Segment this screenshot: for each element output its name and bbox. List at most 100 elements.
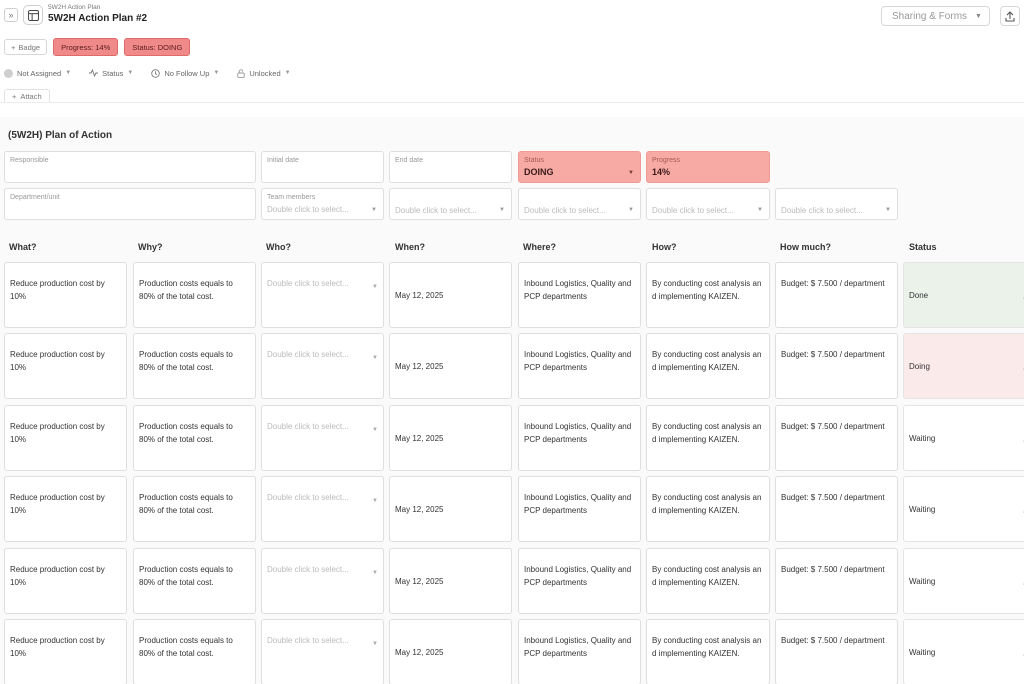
avatar (4, 68, 13, 78)
add-badge-button[interactable]: + Badge (4, 39, 48, 55)
who-cell-text: Double click to select... (267, 493, 349, 502)
status-selector-label: Status (102, 68, 124, 78)
assignee-selector[interactable]: Not Assigned ▼ (4, 68, 72, 78)
chevron-down-icon: ▼ (757, 207, 763, 213)
where-cell[interactable]: Inbound Logistics, Quality and PCP depar… (518, 548, 641, 614)
chevron-down-icon: ▼ (372, 355, 378, 361)
what-cell[interactable]: Reduce production cost by 10% (4, 262, 127, 328)
where-cell[interactable]: Inbound Logistics, Quality and PCP depar… (518, 476, 641, 542)
status-value: DOING (524, 167, 554, 177)
how-much-cell[interactable]: Budget: $ 7.500 / department (775, 333, 898, 399)
status-field[interactable]: Status DOING ▼ (518, 151, 641, 183)
status-selector[interactable]: Status ▼ (89, 69, 133, 78)
select-field[interactable]: Double click to select... ▼ (518, 188, 641, 220)
when-cell[interactable]: May 12, 2025 (389, 619, 512, 684)
how-cell[interactable]: By conducting cost analysis and implemen… (646, 548, 770, 614)
team-members-field[interactable]: Team members Double click to select... ▼ (261, 188, 384, 220)
what-cell-text: Reduce production cost by 10% (10, 422, 105, 444)
why-cell-text: Production costs equals to 80% of the to… (139, 493, 233, 515)
why-cell[interactable]: Production costs equals to 80% of the to… (133, 476, 256, 542)
why-cell[interactable]: Production costs equals to 80% of the to… (133, 619, 256, 684)
status-cell[interactable]: Done▼ (903, 262, 1024, 328)
what-cell[interactable]: Reduce production cost by 10% (4, 548, 127, 614)
end-date-field[interactable]: End date (389, 151, 512, 183)
what-cell-text: Reduce production cost by 10% (10, 279, 105, 301)
when-cell[interactable]: May 12, 2025 (389, 548, 512, 614)
how-much-cell[interactable]: Budget: $ 7.500 / department (775, 405, 898, 471)
progress-value: 14% (652, 167, 671, 177)
who-cell[interactable]: Double click to select... ▼ (261, 619, 384, 684)
how-much-cell[interactable]: Budget: $ 7.500 / department (775, 476, 898, 542)
where-cell[interactable]: Inbound Logistics, Quality and PCP depar… (518, 619, 641, 684)
what-cell[interactable]: Reduce production cost by 10% (4, 333, 127, 399)
who-cell[interactable]: Double click to select... ▼ (261, 548, 384, 614)
how-cell[interactable]: By conducting cost analysis and implemen… (646, 262, 770, 328)
chevron-down-icon: ▼ (213, 70, 220, 76)
where-cell-text: Inbound Logistics, Quality and PCP depar… (524, 422, 632, 444)
status-cell[interactable]: Doing▼ (903, 333, 1024, 399)
status-cell[interactable]: Waiting▼ (903, 405, 1024, 471)
progress-field[interactable]: Progress 14% (646, 151, 770, 183)
status-cell-text: Done (909, 290, 929, 300)
lock-selector[interactable]: Unlocked ▼ (237, 69, 291, 78)
who-cell[interactable]: Double click to select... ▼ (261, 476, 384, 542)
status-badge[interactable]: Status: DOING (124, 38, 191, 56)
how-cell-text: By conducting cost analysis and implemen… (652, 565, 762, 587)
why-cell[interactable]: Production costs equals to 80% of the to… (133, 405, 256, 471)
select-field[interactable]: Double click to select... ▼ (775, 188, 898, 220)
who-cell-text: Double click to select... (267, 565, 349, 574)
what-cell[interactable]: Reduce production cost by 10% (4, 476, 127, 542)
who-cell[interactable]: Double click to select... ▼ (261, 405, 384, 471)
double-chevron-right-icon[interactable]: » (4, 8, 18, 22)
status-cell[interactable]: Waiting▼ (903, 619, 1024, 684)
who-cell-text: Double click to select... (267, 350, 349, 359)
when-cell[interactable]: May 12, 2025 (389, 262, 512, 328)
progress-badge[interactable]: Progress: 14% (53, 38, 119, 56)
breadcrumb[interactable]: 5W2H Action Plan (48, 4, 100, 11)
who-cell[interactable]: Double click to select... ▼ (261, 333, 384, 399)
what-cell[interactable]: Reduce production cost by 10% (4, 405, 127, 471)
table-layout-icon[interactable] (23, 5, 43, 25)
department-field[interactable]: Department/unit (4, 188, 256, 220)
field-label: Responsible (10, 157, 49, 164)
select-placeholder: Double click to select... (781, 206, 863, 215)
what-cell[interactable]: Reduce production cost by 10% (4, 619, 127, 684)
attach-tab[interactable]: + Attach (4, 89, 50, 102)
where-cell-text: Inbound Logistics, Quality and PCP depar… (524, 279, 632, 301)
field-label: Status (524, 157, 544, 164)
when-cell[interactable]: May 12, 2025 (389, 333, 512, 399)
share-arrow-icon[interactable] (1000, 6, 1020, 26)
where-cell[interactable]: Inbound Logistics, Quality and PCP depar… (518, 333, 641, 399)
where-cell[interactable]: Inbound Logistics, Quality and PCP depar… (518, 405, 641, 471)
chevron-down-icon: ▼ (628, 207, 634, 213)
sharing-forms-button[interactable]: Sharing & Forms ▼ (881, 6, 990, 26)
how-cell[interactable]: By conducting cost analysis and implemen… (646, 333, 770, 399)
when-cell[interactable]: May 12, 2025 (389, 476, 512, 542)
why-cell[interactable]: Production costs equals to 80% of the to… (133, 548, 256, 614)
chevron-down-icon: ▼ (372, 498, 378, 504)
how-much-cell[interactable]: Budget: $ 7.500 / department (775, 548, 898, 614)
chevron-down-icon: ▼ (372, 641, 378, 647)
why-cell[interactable]: Production costs equals to 80% of the to… (133, 333, 256, 399)
how-much-cell[interactable]: Budget: $ 7.500 / department (775, 619, 898, 684)
where-cell[interactable]: Inbound Logistics, Quality and PCP depar… (518, 262, 641, 328)
how-much-cell[interactable]: Budget: $ 7.500 / department (775, 262, 898, 328)
select-field[interactable]: Double click to select... ▼ (646, 188, 770, 220)
chevron-down-icon: ▼ (65, 70, 72, 76)
responsible-field[interactable]: Responsible (4, 151, 256, 183)
status-cell-text: Waiting (909, 433, 936, 443)
section-title: (5W2H) Plan of Action (8, 130, 113, 141)
how-cell[interactable]: By conducting cost analysis and implemen… (646, 476, 770, 542)
status-cell[interactable]: Waiting▼ (903, 476, 1024, 542)
how-cell[interactable]: By conducting cost analysis and implemen… (646, 619, 770, 684)
top-bar: » 5W2H Action Plan 5W2H Action Plan #2 S… (0, 0, 1024, 34)
follow-up-selector[interactable]: No Follow Up ▼ (151, 69, 219, 78)
who-cell[interactable]: Double click to select... ▼ (261, 262, 384, 328)
how-cell[interactable]: By conducting cost analysis and implemen… (646, 405, 770, 471)
status-cell[interactable]: Waiting▼ (903, 548, 1024, 614)
when-cell[interactable]: May 12, 2025 (389, 405, 512, 471)
column-header-who: Who? (266, 242, 291, 252)
why-cell[interactable]: Production costs equals to 80% of the to… (133, 262, 256, 328)
initial-date-field[interactable]: Initial date (261, 151, 384, 183)
select-field[interactable]: Double click to select... ▼ (389, 188, 512, 220)
